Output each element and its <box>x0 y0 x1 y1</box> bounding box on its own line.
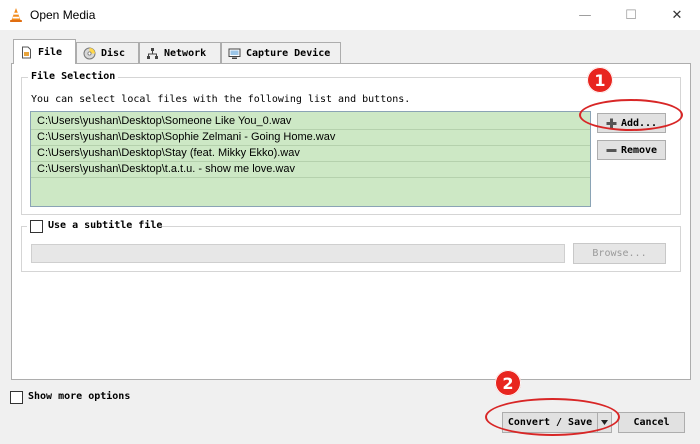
tab-file-label: File <box>38 46 63 58</box>
list-item[interactable]: C:\Users\yushan\Desktop\Sophie Zelmani -… <box>37 130 335 145</box>
subtitle-path-field[interactable] <box>31 244 565 263</box>
vlc-cone-icon <box>10 8 22 22</box>
remove-button-label: Remove <box>620 144 658 156</box>
close-button[interactable]: ✕ <box>654 0 700 30</box>
file-icon <box>22 46 31 58</box>
minimize-button[interactable]: — <box>562 0 608 30</box>
list-divider <box>31 177 590 178</box>
annotation-ellipse-convert <box>485 398 620 436</box>
show-more-options-checkbox[interactable] <box>10 391 23 404</box>
network-icon <box>147 47 158 59</box>
show-more-options-label: Show more options <box>28 391 131 402</box>
tab-file[interactable]: File <box>13 39 76 64</box>
tab-disc[interactable]: Disc <box>76 42 139 63</box>
annotation-badge-1: 1 <box>587 67 613 93</box>
annotation-ellipse-add <box>579 99 683 131</box>
tab-disc-label: Disc <box>101 47 126 59</box>
list-item[interactable]: C:\Users\yushan\Desktop\t.a.t.u. - show … <box>37 162 295 177</box>
file-list[interactable]: C:\Users\yushan\Desktop\Someone Like You… <box>30 111 591 207</box>
capture-device-icon <box>228 48 241 59</box>
maximize-button[interactable]: ☐ <box>608 0 654 30</box>
minus-icon <box>606 148 617 152</box>
list-item[interactable]: C:\Users\yushan\Desktop\Stay (feat. Mikk… <box>37 146 300 161</box>
file-selection-legend: File Selection <box>28 71 119 82</box>
tab-network-label: Network <box>164 47 207 59</box>
list-item[interactable]: C:\Users\yushan\Desktop\Someone Like You… <box>37 114 291 129</box>
subtitle-label: Use a subtitle file <box>48 220 163 231</box>
annotation-badge-2: 2 <box>495 370 521 396</box>
tab-capture-device[interactable]: Capture Device <box>221 42 341 63</box>
tab-capture-device-label: Capture Device <box>246 47 331 59</box>
browse-button[interactable]: Browse... <box>573 243 666 264</box>
cancel-button[interactable]: Cancel <box>618 412 685 433</box>
window-title: Open Media <box>30 8 96 22</box>
subtitle-checkbox[interactable] <box>30 220 43 233</box>
file-selection-instructions: You can select local files with the foll… <box>31 94 411 105</box>
remove-button[interactable]: Remove <box>597 140 666 160</box>
tab-network[interactable]: Network <box>139 42 221 63</box>
disc-icon <box>83 47 96 59</box>
